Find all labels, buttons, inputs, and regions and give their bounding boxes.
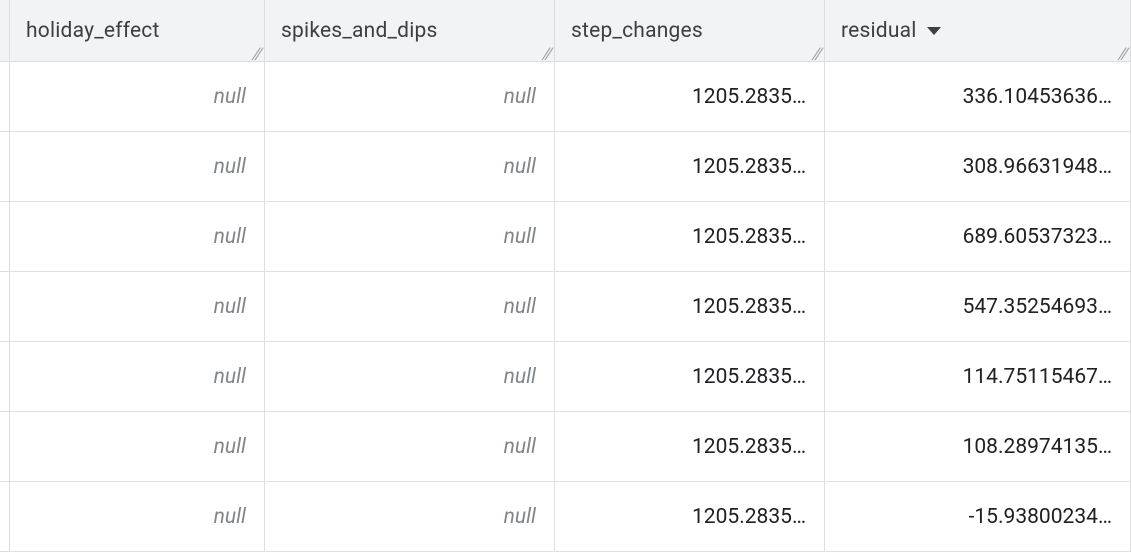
cell-residual[interactable]: 108.28974135… — [825, 412, 1131, 482]
cell-spikes_and_dips[interactable]: null — [265, 482, 555, 552]
table-row[interactable]: null null 1205.2835… 689.60537323… — [0, 202, 1131, 272]
null-value: null — [214, 155, 246, 179]
cell-holiday_effect[interactable]: null — [10, 482, 265, 552]
resize-handle-icon[interactable]: // — [251, 49, 261, 59]
cell-spikes_and_dips[interactable]: null — [265, 62, 555, 132]
null-value: null — [504, 365, 536, 389]
cell-step_changes[interactable]: 1205.2835… — [555, 202, 825, 272]
null-value: null — [504, 505, 536, 529]
null-value: null — [214, 225, 246, 249]
table-row[interactable]: null null 1205.2835… 114.75115467… — [0, 342, 1131, 412]
cell-step_changes[interactable]: 1205.2835… — [555, 62, 825, 132]
column-header-label: residual — [841, 19, 917, 43]
row-gutter — [0, 0, 10, 62]
resize-handle-icon[interactable]: // — [811, 49, 821, 59]
null-value: null — [504, 295, 536, 319]
table-header-row: holiday_effect // spikes_and_dips // ste… — [0, 0, 1131, 62]
resize-handle-icon[interactable]: // — [1117, 49, 1127, 59]
null-value: null — [214, 435, 246, 459]
cell-step_changes[interactable]: 1205.2835… — [555, 342, 825, 412]
null-value: null — [504, 155, 536, 179]
cell-residual[interactable]: 336.10453636… — [825, 62, 1131, 132]
null-value: null — [504, 225, 536, 249]
cell-value: 108.28974135… — [963, 435, 1112, 459]
cell-holiday_effect[interactable]: null — [10, 342, 265, 412]
cell-value: 114.75115467… — [963, 365, 1112, 389]
cell-value: 1205.2835… — [692, 295, 806, 319]
cell-residual[interactable]: 689.60537323… — [825, 202, 1131, 272]
column-header-label: holiday_effect — [26, 19, 160, 43]
row-gutter — [0, 202, 10, 272]
cell-value: 1205.2835… — [692, 85, 806, 109]
column-header-step_changes[interactable]: step_changes // — [555, 0, 825, 62]
cell-holiday_effect[interactable]: null — [10, 62, 265, 132]
data-table: holiday_effect // spikes_and_dips // ste… — [0, 0, 1131, 552]
cell-step_changes[interactable]: 1205.2835… — [555, 132, 825, 202]
cell-residual[interactable]: -15.93800234… — [825, 482, 1131, 552]
cell-spikes_and_dips[interactable]: null — [265, 202, 555, 272]
column-header-label: spikes_and_dips — [281, 19, 438, 43]
column-header-label: step_changes — [571, 19, 703, 43]
column-header-holiday_effect[interactable]: holiday_effect // — [10, 0, 265, 62]
column-header-residual[interactable]: residual // — [825, 0, 1131, 62]
null-value: null — [504, 435, 536, 459]
null-value: null — [504, 85, 536, 109]
cell-residual[interactable]: 547.35254693… — [825, 272, 1131, 342]
cell-holiday_effect[interactable]: null — [10, 272, 265, 342]
null-value: null — [214, 85, 246, 109]
table-row[interactable]: null null 1205.2835… 547.35254693… — [0, 272, 1131, 342]
row-gutter — [0, 482, 10, 552]
cell-value: 547.35254693… — [963, 295, 1112, 319]
cell-value: 1205.2835… — [692, 435, 806, 459]
cell-spikes_and_dips[interactable]: null — [265, 272, 555, 342]
cell-spikes_and_dips[interactable]: null — [265, 412, 555, 482]
table-row[interactable]: null null 1205.2835… -15.93800234… — [0, 482, 1131, 552]
sort-desc-icon — [927, 27, 941, 35]
row-gutter — [0, 412, 10, 482]
cell-value: 1205.2835… — [692, 225, 806, 249]
row-gutter — [0, 272, 10, 342]
cell-value: 1205.2835… — [692, 365, 806, 389]
row-gutter — [0, 62, 10, 132]
cell-step_changes[interactable]: 1205.2835… — [555, 482, 825, 552]
cell-spikes_and_dips[interactable]: null — [265, 132, 555, 202]
cell-holiday_effect[interactable]: null — [10, 202, 265, 272]
cell-value: 336.10453636… — [963, 85, 1112, 109]
table-row[interactable]: null null 1205.2835… 336.10453636… — [0, 62, 1131, 132]
null-value: null — [214, 365, 246, 389]
cell-holiday_effect[interactable]: null — [10, 412, 265, 482]
cell-residual[interactable]: 308.96631948… — [825, 132, 1131, 202]
cell-value: 308.96631948… — [963, 155, 1112, 179]
cell-spikes_and_dips[interactable]: null — [265, 342, 555, 412]
row-gutter — [0, 342, 10, 412]
cell-value: -15.93800234… — [969, 505, 1112, 529]
cell-value: 1205.2835… — [692, 505, 806, 529]
cell-step_changes[interactable]: 1205.2835… — [555, 412, 825, 482]
cell-holiday_effect[interactable]: null — [10, 132, 265, 202]
cell-value: 1205.2835… — [692, 155, 806, 179]
cell-step_changes[interactable]: 1205.2835… — [555, 272, 825, 342]
cell-value: 689.60537323… — [963, 225, 1112, 249]
column-header-spikes_and_dips[interactable]: spikes_and_dips // — [265, 0, 555, 62]
null-value: null — [214, 295, 246, 319]
row-gutter — [0, 132, 10, 202]
resize-handle-icon[interactable]: // — [541, 49, 551, 59]
table-row[interactable]: null null 1205.2835… 108.28974135… — [0, 412, 1131, 482]
null-value: null — [214, 505, 246, 529]
table-row[interactable]: null null 1205.2835… 308.96631948… — [0, 132, 1131, 202]
cell-residual[interactable]: 114.75115467… — [825, 342, 1131, 412]
